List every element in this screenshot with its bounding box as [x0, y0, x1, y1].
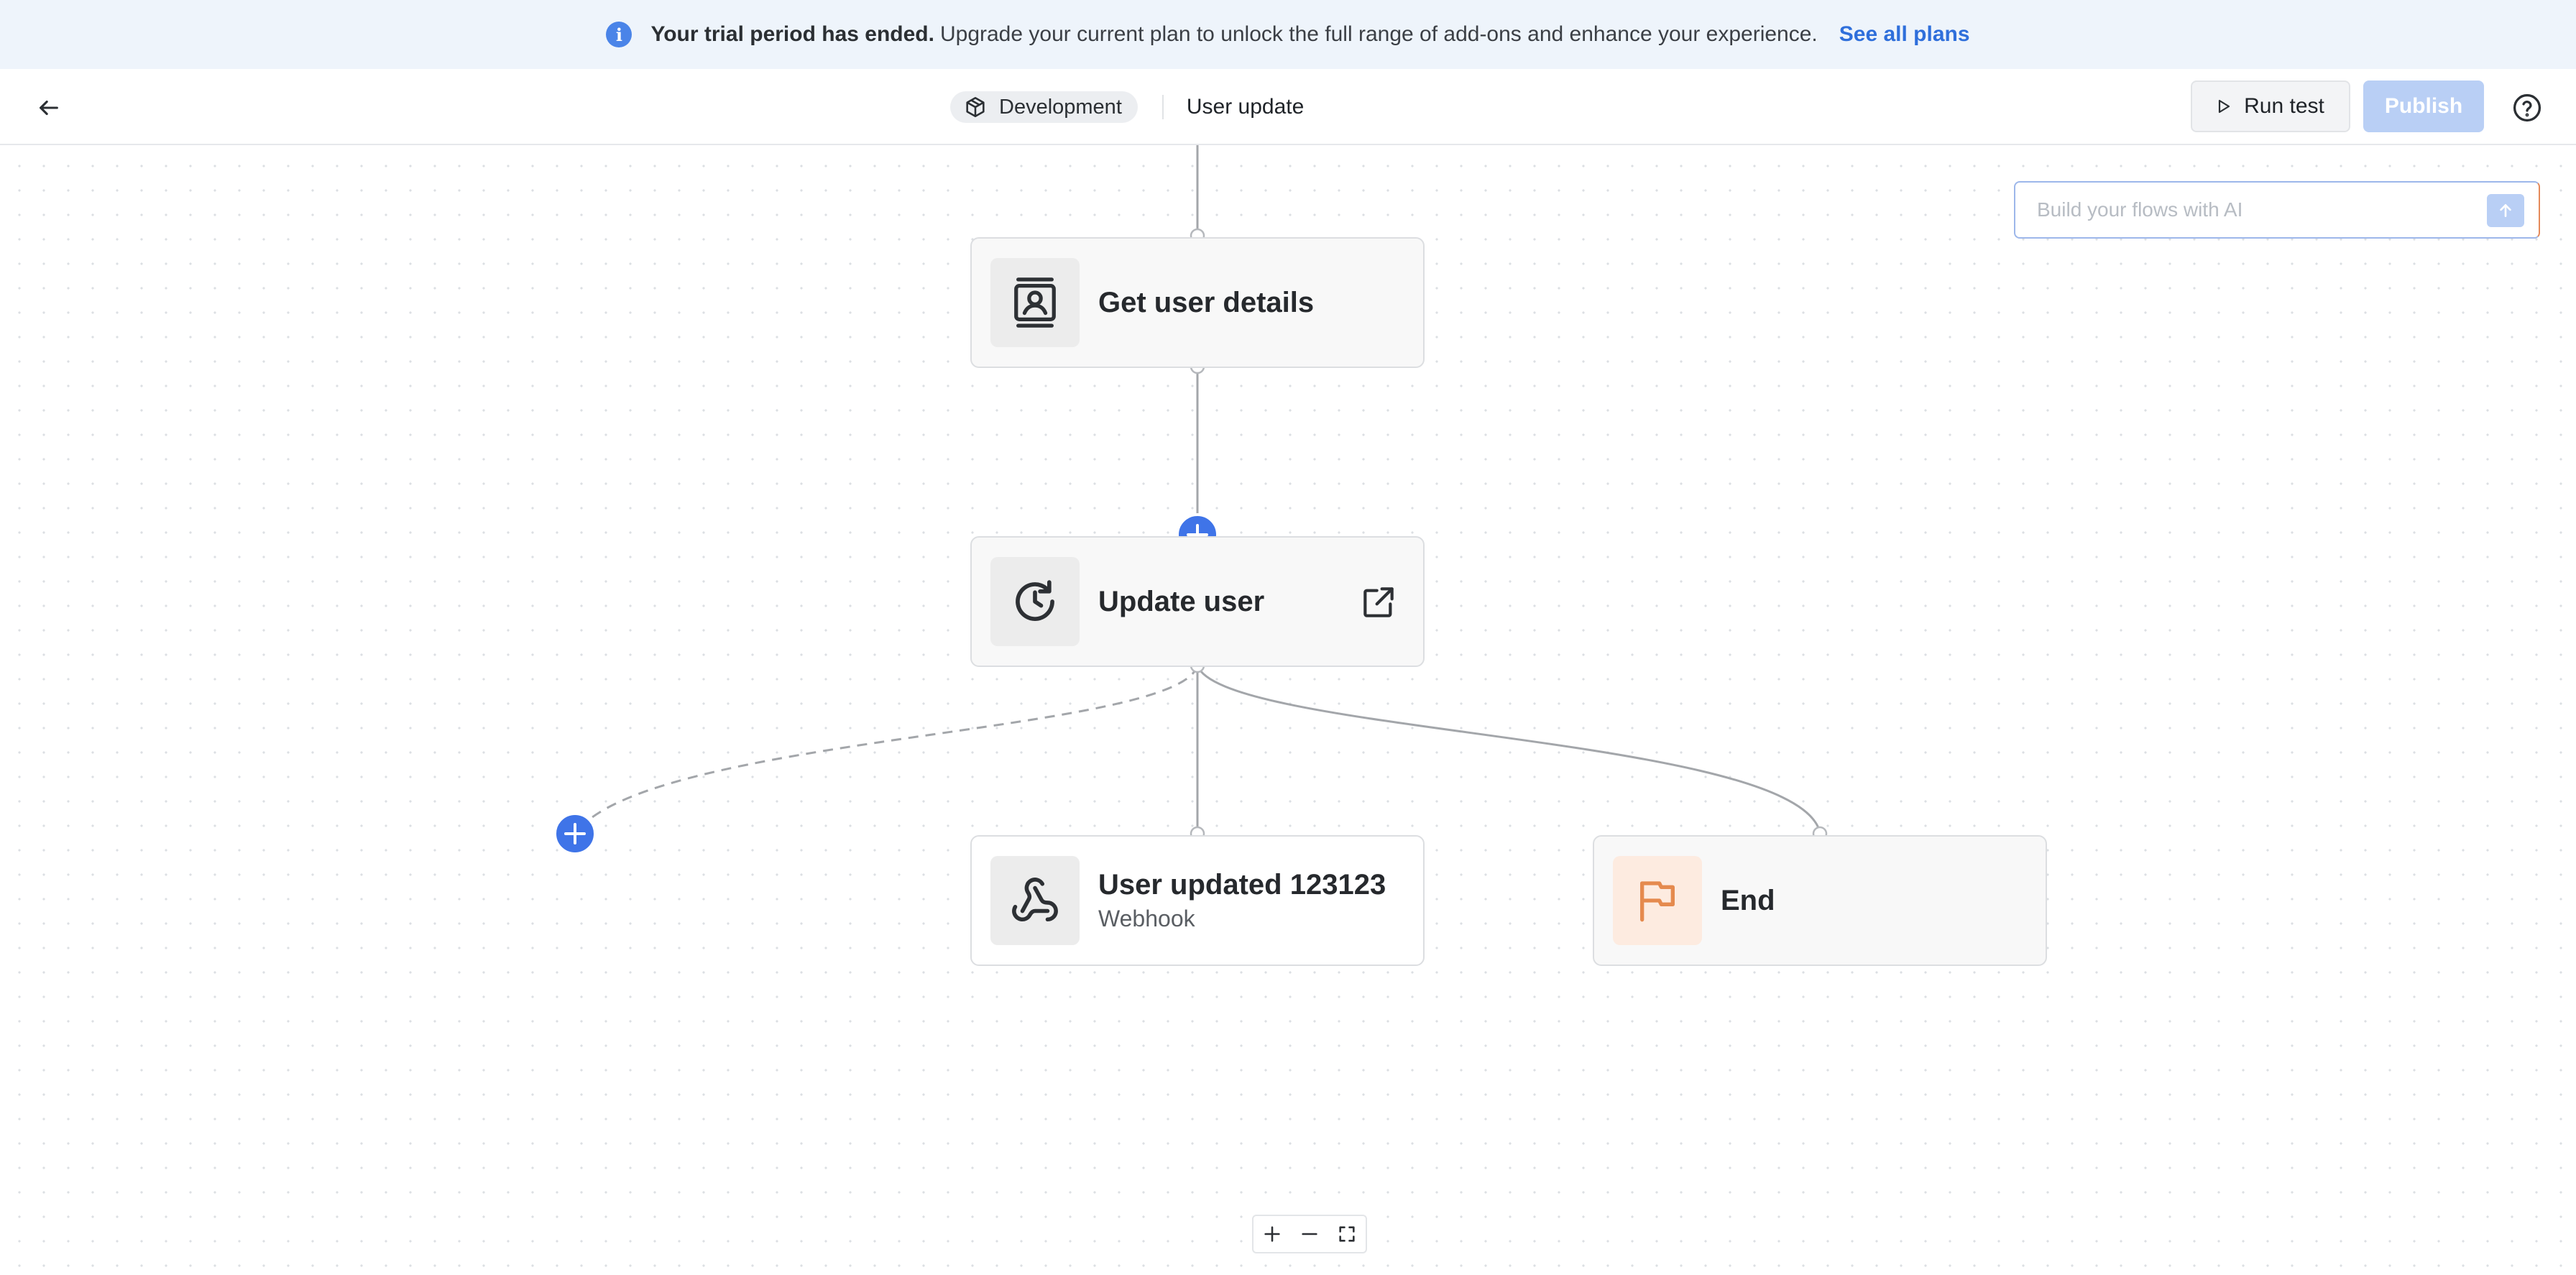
webhook-icon	[1012, 878, 1058, 922]
node-end[interactable]: End	[1593, 835, 2047, 966]
node-subtitle: Webhook	[1098, 906, 1195, 931]
node-title: End	[1721, 884, 1775, 916]
external-link-icon[interactable]	[1358, 582, 1399, 622]
zoom-in-button[interactable]	[1258, 1220, 1287, 1248]
help-circle-icon	[2513, 93, 2542, 122]
run-test-label: Run test	[2244, 94, 2324, 118]
zoom-out-button[interactable]	[1295, 1220, 1324, 1248]
ai-send-button[interactable]	[2487, 194, 2524, 227]
node-user-updated-webhook[interactable]: User updated 123123 Webhook	[970, 835, 1425, 966]
node-icon-box	[990, 856, 1080, 945]
ai-prompt-box	[2014, 181, 2540, 239]
node-icon-box	[990, 258, 1080, 347]
edge-dashed-branch	[574, 665, 1199, 834]
breadcrumb: Development User update	[950, 89, 1304, 125]
run-test-button[interactable]: Run test	[2191, 80, 2350, 132]
help-button[interactable]	[2511, 92, 2543, 124]
node-icon-box	[1613, 856, 1702, 945]
see-all-plans-link[interactable]: See all plans	[1839, 22, 1970, 47]
edge-update-to-end	[1196, 665, 1821, 833]
plus-icon	[1264, 1226, 1280, 1242]
info-icon: i	[606, 22, 632, 47]
history-icon	[1016, 580, 1054, 621]
play-icon	[2219, 99, 2230, 114]
flow-canvas[interactable]: Get user details Update user	[0, 145, 2576, 1275]
node-text: Get user details	[1098, 287, 1314, 319]
node-icon-box	[990, 557, 1080, 646]
banner-title: Your trial period has ended.	[650, 22, 934, 46]
node-text: Update user	[1098, 586, 1264, 618]
arrow-up-icon	[2500, 204, 2511, 217]
publish-button[interactable]: Publish	[2363, 80, 2484, 132]
node-update-user[interactable]: Update user	[970, 536, 1425, 667]
publish-label: Publish	[2384, 94, 2463, 118]
environment-label: Development	[999, 95, 1122, 119]
banner-message: Upgrade your current plan to unlock the …	[939, 22, 1818, 46]
add-branch-button[interactable]	[553, 812, 597, 855]
node-title: Get user details	[1098, 286, 1315, 318]
fit-view-button[interactable]	[1333, 1220, 1361, 1248]
zoom-controls	[1252, 1215, 1367, 1253]
environment-badge[interactable]: Development	[950, 91, 1138, 123]
ai-prompt-input[interactable]	[2037, 198, 2468, 221]
arrow-left-icon	[40, 100, 58, 116]
back-button[interactable]	[32, 91, 66, 125]
node-text: End	[1721, 885, 1775, 917]
breadcrumb-divider	[1162, 95, 1164, 119]
node-text: User updated 123123 Webhook	[1098, 869, 1386, 932]
node-title: Update user	[1098, 585, 1265, 617]
trial-banner: i Your trial period has ended. Upgrade y…	[0, 0, 2576, 69]
node-title: User updated 123123	[1098, 869, 1386, 901]
flow-header: Development User update Run test Publish	[0, 69, 2576, 145]
contact-book-icon	[1014, 277, 1056, 328]
flow-name: User update	[1186, 95, 1305, 119]
cube-icon	[966, 96, 985, 118]
fullscreen-icon	[1339, 1226, 1355, 1242]
flag-icon	[1640, 881, 1675, 922]
node-get-user-details[interactable]: Get user details	[970, 237, 1425, 368]
minus-icon	[1302, 1233, 1317, 1235]
